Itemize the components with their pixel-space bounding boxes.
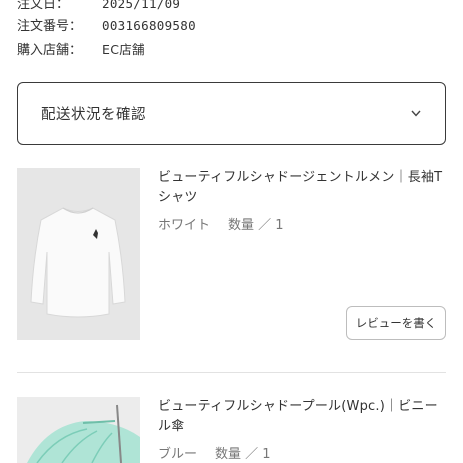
chevron-down-icon [409, 107, 423, 121]
order-date-label: 注文日： [17, 0, 70, 12]
product-meta: ブルー 数量 ／ 1 [158, 443, 271, 462]
store-row: 購入店舗： EC店舗 [17, 41, 145, 60]
product-quantity: 数量 ／ 1 [228, 218, 284, 233]
product-image[interactable] [17, 397, 140, 463]
order-number-label: 注文番号： [17, 19, 83, 34]
product-color: ホワイト [158, 218, 211, 233]
product-meta: ホワイト 数量 ／ 1 [158, 214, 284, 233]
product-quantity: 数量 ／ 1 [215, 447, 271, 462]
divider [17, 372, 446, 373]
order-number-value: 003166809580 [102, 18, 196, 33]
store-value: EC店舗 [102, 42, 145, 57]
order-date-row: 注文日： 2025/11/09 [17, 0, 180, 14]
order-item: ビューティフルシャドープール(Wpc.)｜ビニール傘 ブルー 数量 ／ 1 [17, 397, 446, 463]
store-label: 購入店舗： [17, 43, 83, 58]
delivery-status-label: 配送状況を確認 [41, 107, 146, 123]
order-date-value: 2025/11/09 [102, 0, 181, 11]
product-title[interactable]: ビューティフルシャドージェントルメン｜長袖Tシャツ [158, 168, 448, 208]
write-review-button[interactable]: レビューを書く [346, 306, 446, 340]
delivery-status-button[interactable]: 配送状況を確認 [17, 82, 446, 145]
order-number-row: 注文番号： 003166809580 [17, 17, 196, 36]
product-image[interactable] [17, 168, 140, 340]
product-color: ブルー [158, 447, 198, 462]
product-title[interactable]: ビューティフルシャドープール(Wpc.)｜ビニール傘 [158, 397, 448, 437]
order-item: ビューティフルシャドージェントルメン｜長袖Tシャツ ホワイト 数量 ／ 1 レビュ… [17, 168, 446, 348]
